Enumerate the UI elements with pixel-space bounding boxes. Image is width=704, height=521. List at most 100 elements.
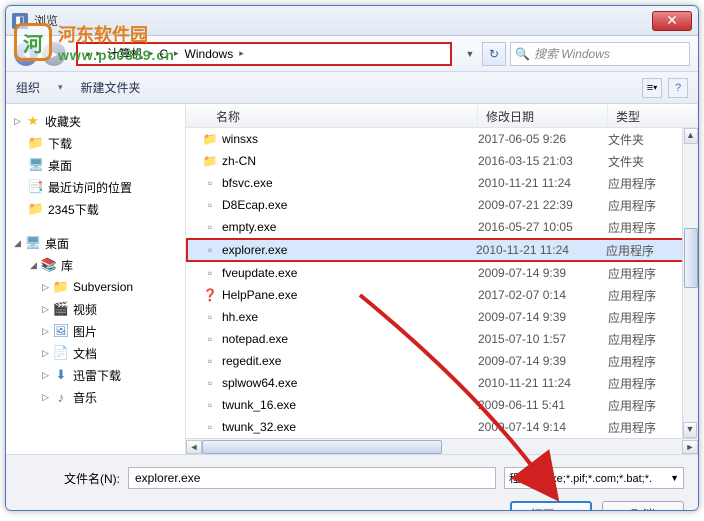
file-row[interactable]: ❓HelpPane.exe2017-02-07 0:14应用程序 — [186, 284, 698, 306]
crumb-root[interactable]: ▪ — [82, 47, 94, 61]
sidebar-music[interactable]: ▷♪音乐 — [6, 386, 185, 408]
file-row[interactable]: ▫regedit.exe2009-07-14 9:39应用程序 — [186, 350, 698, 372]
search-input[interactable]: 🔍 搜索 Windows — [510, 42, 690, 66]
sidebar-subversion[interactable]: ▷📁Subversion — [6, 276, 185, 298]
file-row[interactable]: ▫notepad.exe2015-07-10 1:57应用程序 — [186, 328, 698, 350]
sidebar-video[interactable]: ▷🎬视频 — [6, 298, 185, 320]
sidebar-favorites[interactable]: ▷★收藏夹 — [6, 110, 185, 132]
filename-input[interactable] — [128, 467, 496, 489]
file-row[interactable]: ▫D8Ecap.exe2009-07-21 22:39应用程序 — [186, 194, 698, 216]
file-row[interactable]: ▫bfsvc.exe2010-11-21 11:24应用程序 — [186, 172, 698, 194]
exe-icon: ▫ — [202, 397, 218, 413]
search-icon: 🔍 — [515, 47, 530, 61]
help-button[interactable]: ? — [668, 78, 688, 98]
back-button[interactable]: ◄ — [14, 42, 38, 66]
bottom-panel: 文件名(N): 程序 (*.exe;*.pif;*.com;*.bat;*.▼ … — [6, 454, 698, 511]
filename-label: 文件名(N): — [20, 470, 120, 487]
horizontal-scrollbar[interactable]: ◄ ► — [186, 438, 698, 454]
sidebar-documents[interactable]: ▷📄文档 — [6, 342, 185, 364]
file-name: explorer.exe — [222, 243, 476, 257]
file-date: 2009-06-11 5:41 — [478, 398, 608, 412]
folder-icon: 📁 — [202, 131, 218, 147]
crumb-computer[interactable]: 计算机 — [103, 45, 147, 62]
column-date[interactable]: 修改日期 — [478, 104, 608, 127]
file-row[interactable]: ▫empty.exe2016-05-27 10:05应用程序 — [186, 216, 698, 238]
new-folder-button[interactable]: 新建文件夹 — [81, 79, 141, 96]
sidebar-2345[interactable]: 📁2345下载 — [6, 198, 185, 220]
forward-button[interactable]: ► — [42, 42, 66, 66]
file-date: 2017-02-07 0:14 — [478, 288, 608, 302]
file-name: fveupdate.exe — [222, 266, 478, 280]
library-icon: 📚 — [41, 257, 57, 273]
file-name: winsxs — [222, 132, 478, 146]
scroll-thumb[interactable] — [202, 440, 442, 454]
file-filter-select[interactable]: 程序 (*.exe;*.pif;*.com;*.bat;*.▼ — [504, 467, 684, 489]
sidebar-recent[interactable]: 📑最近访问的位置 — [6, 176, 185, 198]
folder-icon: 📁 — [28, 201, 44, 217]
app-icon: ◧ — [12, 13, 28, 29]
download-icon: ⬇ — [53, 367, 69, 383]
file-row[interactable]: ▫splwow64.exe2010-11-21 11:24应用程序 — [186, 372, 698, 394]
file-row[interactable]: ▫explorer.exe2010-11-21 11:24应用程序 — [186, 238, 698, 262]
file-date: 2009-07-14 9:39 — [478, 310, 608, 324]
help-icon: ❓ — [202, 287, 218, 303]
sidebar-downloads[interactable]: 📁下载 — [6, 132, 185, 154]
breadcrumb-dropdown[interactable]: ▼ — [462, 49, 478, 59]
recent-icon: 📑 — [28, 179, 44, 195]
sidebar-desktop[interactable]: 🖥桌面 — [6, 154, 185, 176]
breadcrumb[interactable]: ▪ ▸ 计算机 ▸ C ▸ Windows ▸ — [76, 42, 452, 66]
refresh-button[interactable]: ↻ — [482, 42, 506, 66]
file-row[interactable]: ▫twunk_16.exe2009-06-11 5:41应用程序 — [186, 394, 698, 416]
file-name: twunk_32.exe — [222, 420, 478, 434]
sidebar-libraries[interactable]: ◢📚库 — [6, 254, 185, 276]
vertical-scrollbar[interactable]: ▲ ▼ — [682, 128, 698, 438]
sidebar: ▷★收藏夹 📁下载 🖥桌面 📑最近访问的位置 📁2345下载 ◢🖥桌面 ◢📚库 … — [6, 104, 186, 454]
exe-icon: ▫ — [202, 375, 218, 391]
desktop-icon: 🖥 — [25, 235, 41, 251]
file-date: 2009-07-14 9:39 — [478, 266, 608, 280]
file-date: 2017-06-05 9:26 — [478, 132, 608, 146]
open-button[interactable]: 打开(O) — [510, 501, 592, 511]
scroll-thumb[interactable] — [684, 228, 698, 288]
file-date: 2009-07-21 22:39 — [478, 198, 608, 212]
star-icon: ★ — [25, 113, 41, 129]
file-list: 名称 修改日期 类型 📁winsxs2017-06-05 9:26文件夹📁zh-… — [186, 104, 698, 454]
file-row[interactable]: ▫twunk_32.exe2009-07-14 9:14应用程序 — [186, 416, 698, 438]
file-date: 2010-11-21 11:24 — [478, 376, 608, 390]
file-list-body: 📁winsxs2017-06-05 9:26文件夹📁zh-CN2016-03-1… — [186, 128, 698, 438]
file-name: HelpPane.exe — [222, 288, 478, 302]
exe-icon: ▫ — [202, 197, 218, 213]
crumb-folder[interactable]: Windows — [181, 47, 238, 61]
toolbar: 组织▾ 新建文件夹 ≡▾ ? — [6, 72, 698, 104]
close-button[interactable]: ✕ — [652, 11, 692, 31]
file-name: notepad.exe — [222, 332, 478, 346]
chevron-right-icon: ▸ — [94, 48, 103, 59]
exe-icon: ▫ — [202, 331, 218, 347]
sidebar-desktop-root[interactable]: ◢🖥桌面 — [6, 232, 185, 254]
cancel-button[interactable]: 取消 — [602, 501, 684, 511]
file-row[interactable]: 📁zh-CN2016-03-15 21:03文件夹 — [186, 150, 698, 172]
file-dialog: ◧ 浏览 ✕ ◄ ► ▪ ▸ 计算机 ▸ C ▸ Windows ▸ ▼ ↻ 🔍… — [5, 5, 699, 511]
scroll-up-button[interactable]: ▲ — [684, 128, 698, 144]
file-name: bfsvc.exe — [222, 176, 478, 190]
crumb-drive[interactable]: C — [155, 47, 172, 61]
file-row[interactable]: ▫fveupdate.exe2009-07-14 9:39应用程序 — [186, 262, 698, 284]
sidebar-xunlei[interactable]: ▷⬇迅雷下载 — [6, 364, 185, 386]
file-name: regedit.exe — [222, 354, 478, 368]
scroll-right-button[interactable]: ► — [682, 440, 698, 454]
folder-icon: 📁 — [28, 135, 44, 151]
video-icon: 🎬 — [53, 301, 69, 317]
organize-menu[interactable]: 组织 — [16, 79, 40, 96]
chevron-right-icon: ▸ — [237, 48, 246, 59]
file-date: 2016-03-15 21:03 — [478, 154, 608, 168]
exe-icon: ▫ — [202, 265, 218, 281]
sidebar-pictures[interactable]: ▷🖼图片 — [6, 320, 185, 342]
column-name[interactable]: 名称 — [186, 104, 478, 127]
file-row[interactable]: ▫hh.exe2009-07-14 9:39应用程序 — [186, 306, 698, 328]
view-options-button[interactable]: ≡▾ — [642, 78, 662, 98]
scroll-left-button[interactable]: ◄ — [186, 440, 202, 454]
column-type[interactable]: 类型 — [608, 104, 698, 127]
exe-icon: ▫ — [202, 242, 218, 258]
file-row[interactable]: 📁winsxs2017-06-05 9:26文件夹 — [186, 128, 698, 150]
scroll-down-button[interactable]: ▼ — [683, 422, 697, 438]
